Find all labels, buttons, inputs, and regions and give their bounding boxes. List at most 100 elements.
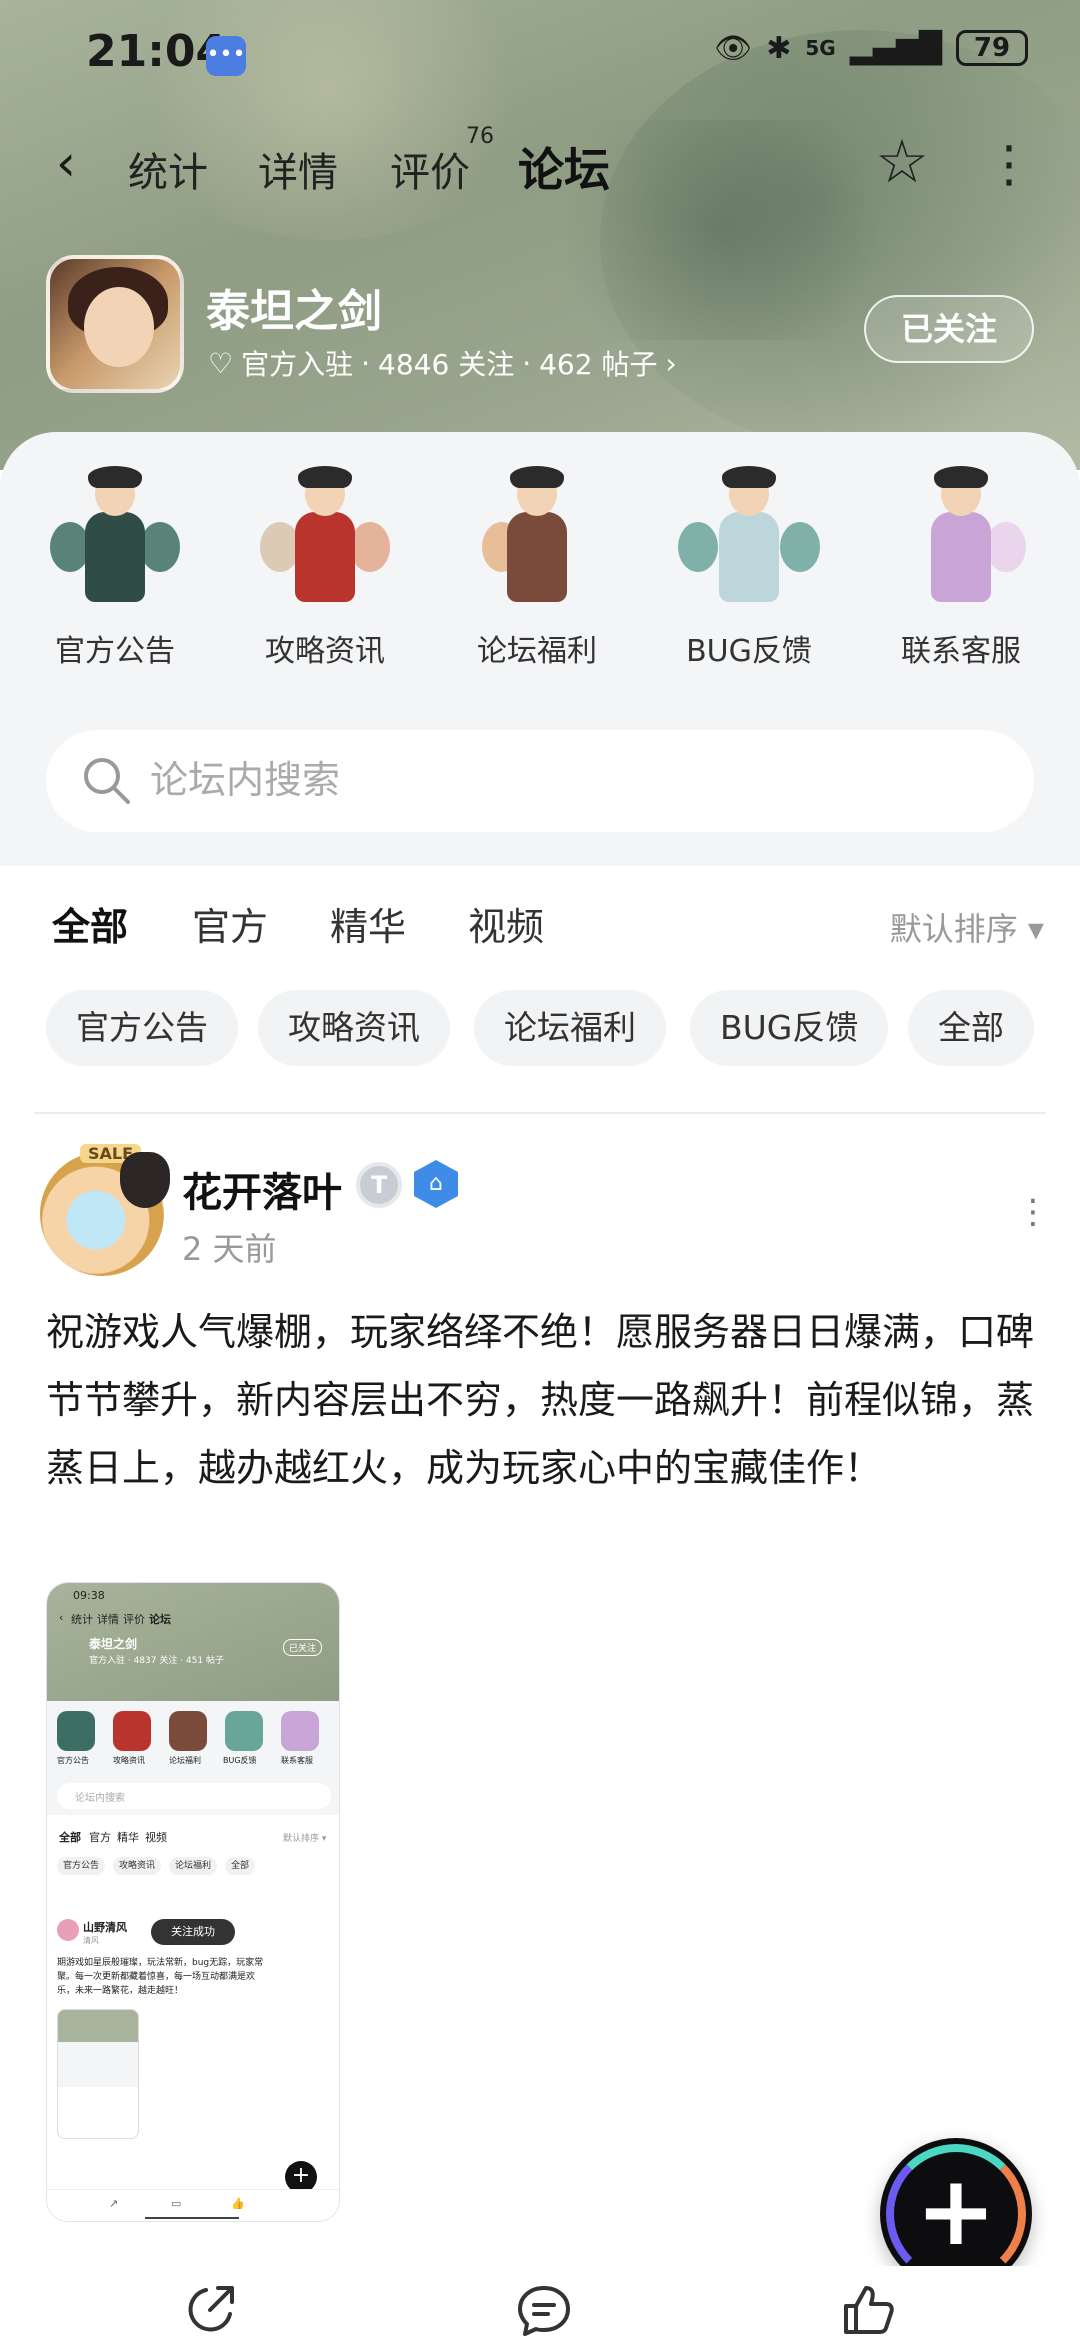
image-category-label: 论坛福利 xyxy=(169,1756,201,1765)
feed-filter-tabs: 全部 官方 精华 视频 默认排序 ▾ xyxy=(0,866,1080,976)
avatar[interactable]: SALE xyxy=(40,1144,170,1276)
image-sort: 默认排序 ▾ xyxy=(283,1834,327,1844)
image-post-line: 乐，未来一路繁花，越走越旺！ xyxy=(57,1986,184,1996)
follow-button[interactable]: 已关注 xyxy=(864,295,1034,363)
image-chip: 攻略资讯 xyxy=(113,1857,162,1875)
game-icon[interactable] xyxy=(46,255,184,393)
category-label: 论坛福利 xyxy=(477,634,597,669)
image-author-name: 山野清风 xyxy=(83,1921,127,1934)
image-category-art xyxy=(113,1711,151,1751)
post-action-bar xyxy=(0,2266,1080,2351)
image-author-sub: 清风 xyxy=(83,1936,99,1945)
message-notification-icon: ••• xyxy=(206,36,246,76)
signal-icon: ▂▄▆█ xyxy=(849,30,942,66)
like-icon[interactable] xyxy=(838,2280,898,2340)
image-feed-tab: 视频 xyxy=(145,1831,167,1844)
author-name[interactable]: 花开落叶 xyxy=(182,1160,342,1218)
image-category-art xyxy=(225,1711,263,1751)
level-badge-icon: T xyxy=(356,1162,402,1208)
share-icon[interactable] xyxy=(180,2280,240,2340)
image-follow-button: 已关注 xyxy=(283,1639,323,1656)
post-header: SALE 花开落叶 T ⌂ 2 天前 ⋮ xyxy=(0,1140,1080,1280)
image-feed-tab: 官方 xyxy=(89,1831,111,1844)
category-official-announcement[interactable]: 官方公告 xyxy=(30,462,200,670)
post-image[interactable]: 09:38 ‹ 统计 详情 评价 论坛 泰坦之剑 官方入驻 · 4837 关注 … xyxy=(46,1582,340,2222)
tab-details[interactable]: 详情 xyxy=(258,140,338,198)
image-tab: 详情 xyxy=(97,1613,119,1626)
more-options-icon[interactable]: ⋮ xyxy=(984,134,1034,194)
category-label: 联系客服 xyxy=(901,634,1021,669)
image-post-line: 期游戏如星辰般璀璨，玩法常新，bug无踪，玩家常 xyxy=(57,1958,264,1968)
category-chips: 官方公告 攻略资讯 论坛福利 BUG反馈 全部 xyxy=(0,990,1080,1070)
category-label: 官方公告 xyxy=(55,634,175,669)
category-strategy-news[interactable]: 攻略资讯 xyxy=(240,462,410,670)
image-search-placeholder: 论坛内搜索 xyxy=(75,1793,125,1804)
official-label: 官方入驻 xyxy=(241,348,354,381)
meta-separator: · xyxy=(361,346,371,380)
chip-all[interactable]: 全部 xyxy=(908,990,1034,1066)
post-timestamp: 2 天前 xyxy=(182,1230,277,1268)
category-forum-benefits[interactable]: 论坛福利 xyxy=(452,462,622,670)
game-header-banner: 21:04 ••• 👁 ✱ 5G ▂▄▆█ 79 ‹ 统计 详情 评价 76 论… xyxy=(0,0,1080,470)
chip-bug-report[interactable]: BUG反馈 xyxy=(690,990,889,1066)
chevron-right-icon: › xyxy=(665,346,677,380)
image-nested-thumbnail xyxy=(57,2009,139,2139)
category-customer-service[interactable]: 联系客服 xyxy=(876,462,1046,670)
feed-tab-featured[interactable]: 精华 xyxy=(330,896,406,951)
avatar-frame-decoration xyxy=(120,1152,170,1208)
post-more-icon[interactable]: ⋮ xyxy=(1016,1192,1050,1232)
gamer-badge-icon: ⌂ xyxy=(414,1160,458,1208)
image-category-art xyxy=(281,1711,319,1751)
game-meta[interactable]: ♡ 官方入驻 · 4846 关注 · 462 帖子 › xyxy=(208,343,677,383)
image-chip: 论坛福利 xyxy=(169,1857,218,1875)
image-like-icon: 👍 xyxy=(231,2197,245,2210)
image-category-label: 官方公告 xyxy=(57,1756,89,1765)
character-illustration xyxy=(40,462,190,612)
image-tab: 统计 xyxy=(71,1613,93,1626)
image-category-art xyxy=(57,1711,95,1751)
image-time: 09:38 xyxy=(73,1589,105,1602)
image-author-avatar xyxy=(57,1919,79,1941)
reviews-count-badge: 76 xyxy=(466,124,494,149)
chip-forum-benefits[interactable]: 论坛福利 xyxy=(474,990,666,1066)
meta-separator: · xyxy=(522,346,532,380)
chip-official-announcement[interactable]: 官方公告 xyxy=(46,990,238,1066)
game-info-row: 泰坦之剑 ♡ 官方入驻 · 4846 关注 · 462 帖子 › 已关注 xyxy=(0,255,1080,405)
image-home-indicator xyxy=(145,2217,239,2219)
image-chip: 官方公告 xyxy=(57,1857,106,1875)
category-bug-report[interactable]: BUG反馈 xyxy=(664,462,834,670)
back-arrow-icon[interactable]: ‹ xyxy=(56,138,96,188)
forum-search-bar[interactable] xyxy=(46,730,1034,832)
network-label: 5G xyxy=(805,36,836,60)
character-illustration xyxy=(886,462,1036,612)
feed-tab-official[interactable]: 官方 xyxy=(192,896,268,951)
image-category-label: 攻略资讯 xyxy=(113,1756,145,1765)
favorite-star-icon[interactable]: ☆ xyxy=(870,130,934,194)
feed-tab-video[interactable]: 视频 xyxy=(468,896,544,951)
eye-icon: 👁 xyxy=(714,30,753,66)
character-illustration xyxy=(462,462,612,612)
category-label: BUG反馈 xyxy=(686,634,812,669)
post-count: 462 帖子 xyxy=(539,348,658,381)
image-comment-icon: ▭ xyxy=(171,2197,182,2210)
post-content[interactable]: 祝游戏人气爆棚，玩家络绎不绝！愿服务器日日爆满，口碑节节攀升，新内容层出不穷，热… xyxy=(46,1298,1036,1502)
image-tab: 论坛 xyxy=(149,1613,171,1626)
image-game-title: 泰坦之剑 xyxy=(89,1637,138,1651)
tab-reviews[interactable]: 评价 xyxy=(390,140,470,198)
feed-tab-all[interactable]: 全部 xyxy=(52,896,129,951)
search-input[interactable] xyxy=(150,750,990,810)
divider xyxy=(34,1112,1046,1114)
search-icon xyxy=(84,758,130,804)
image-category-label: 联系客服 xyxy=(281,1756,313,1765)
chip-strategy-news[interactable]: 攻略资讯 xyxy=(258,990,450,1066)
status-bar: 21:04 ••• 👁 ✱ 5G ▂▄▆█ 79 xyxy=(0,0,1080,110)
image-tab: 评价 xyxy=(123,1613,145,1626)
tab-forum[interactable]: 论坛 xyxy=(518,134,610,200)
follower-count: 4846 关注 xyxy=(378,348,515,381)
image-game-meta: 官方入驻 · 4837 关注 · 451 帖子 xyxy=(89,1656,224,1666)
comment-icon[interactable] xyxy=(514,2280,574,2340)
image-share-icon: ↗ xyxy=(109,2197,119,2210)
image-feed-tab: 全部 xyxy=(59,1831,81,1844)
sort-dropdown[interactable]: 默认排序 ▾ xyxy=(890,904,1044,950)
tab-stats[interactable]: 统计 xyxy=(128,140,208,198)
